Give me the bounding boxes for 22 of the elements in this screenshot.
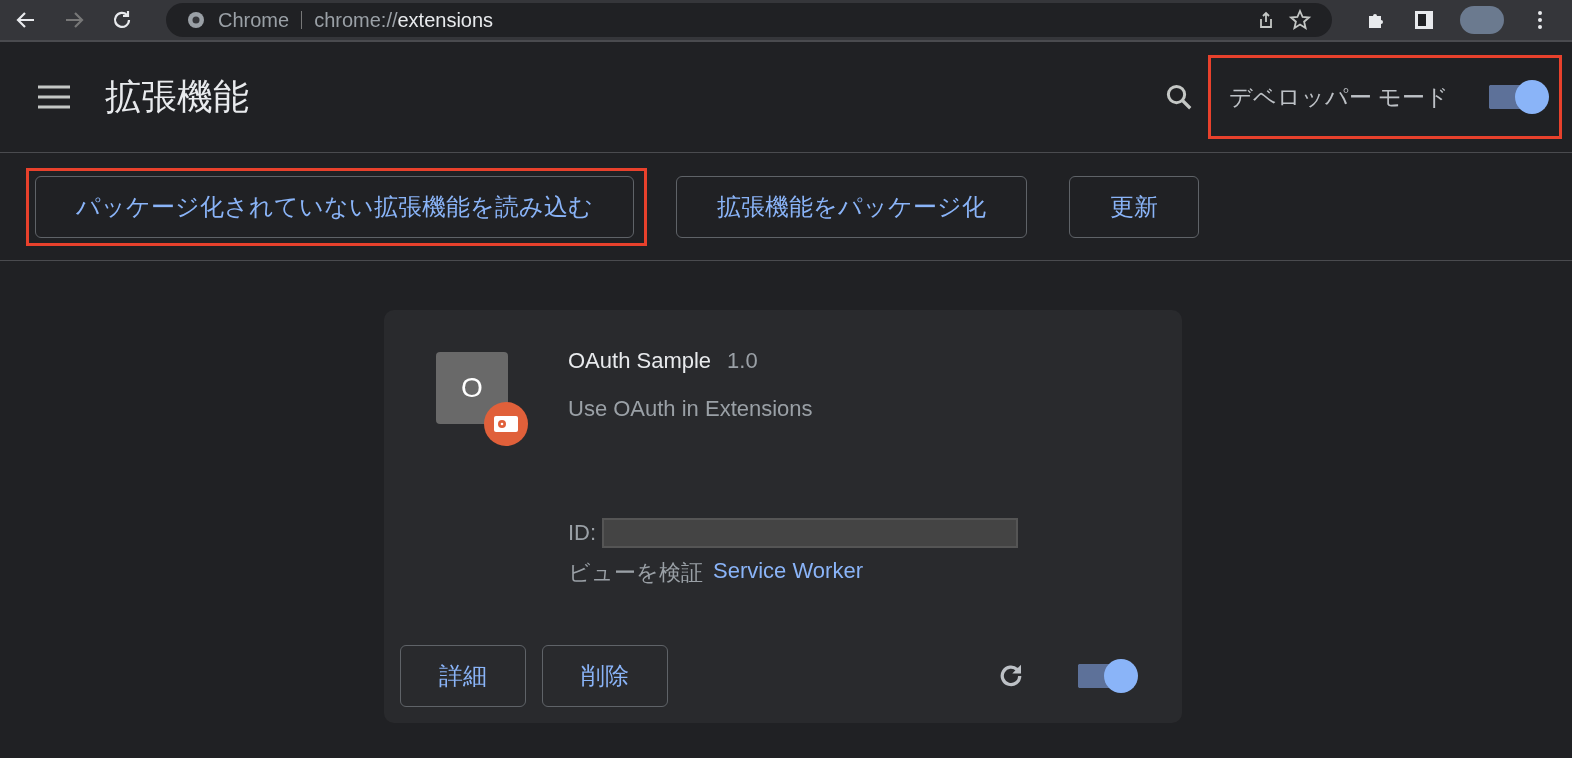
card-button[interactable]: 削除	[542, 645, 668, 707]
menu-icon[interactable]	[38, 85, 70, 109]
site-label: Chrome	[218, 8, 290, 32]
inspect-views-label: ビューを検証	[568, 559, 703, 587]
action-button[interactable]: 拡張機能をパッケージ化	[676, 175, 1027, 238]
developer-mode-label: デベロッパー モード	[1228, 82, 1449, 112]
star-icon[interactable]	[1288, 8, 1312, 32]
extension-description: Use OAuth in Extensions	[568, 396, 814, 422]
globe-icon	[186, 10, 206, 30]
url-text: chrome://extensions	[314, 8, 494, 32]
page-title: 拡張機能	[105, 74, 249, 119]
disk-badge-icon	[484, 402, 528, 446]
extension-name: OAuth Sample	[568, 348, 712, 374]
action-button[interactable]: パッケージ化されていない拡張機能を読み込む	[35, 175, 634, 238]
card-button[interactable]: 詳細	[400, 645, 526, 707]
id-label: ID:	[568, 520, 597, 546]
extension-version: 1.0	[727, 348, 758, 374]
service-worker-link[interactable]: Service Worker	[713, 558, 863, 588]
address-bar[interactable]: Chrome chrome://extensions	[166, 3, 1332, 37]
side-panel-icon[interactable]	[1412, 8, 1436, 32]
action-button[interactable]: 更新	[1069, 175, 1199, 238]
avatar[interactable]	[1460, 6, 1504, 34]
